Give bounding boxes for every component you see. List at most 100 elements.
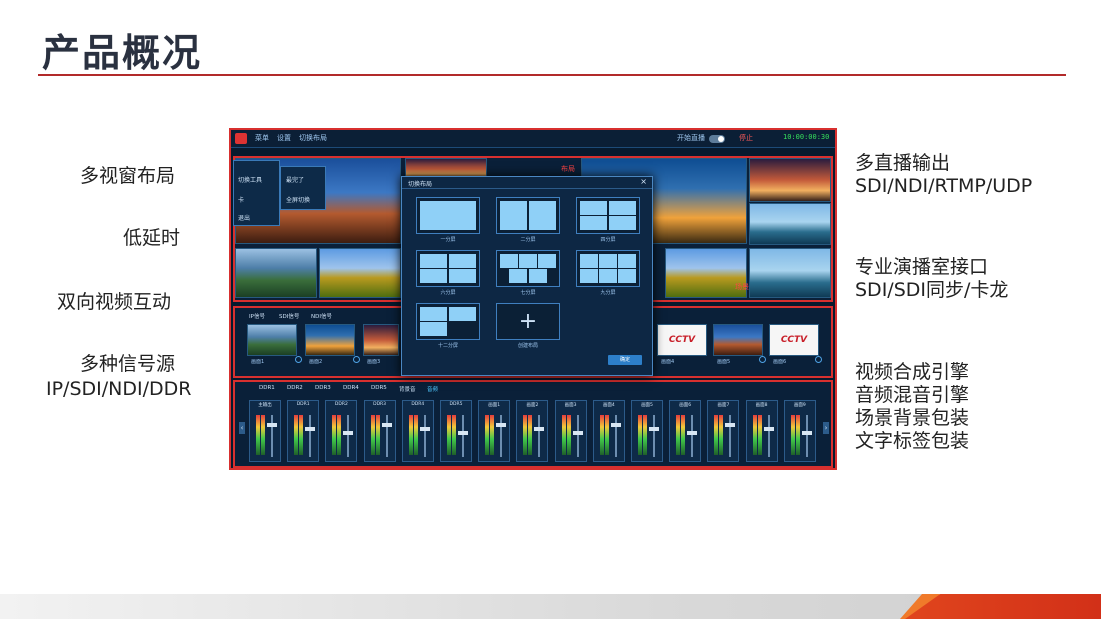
fader-knob[interactable]	[763, 427, 774, 431]
mixer-channel-strip[interactable]: 画面2	[516, 400, 549, 462]
mixer-channel-name: DDR2	[334, 402, 348, 407]
tab-ndi-source[interactable]: NDI信号	[311, 312, 332, 320]
menu-switch-layout[interactable]: 切换布局	[299, 133, 327, 143]
level-meter	[523, 415, 528, 455]
context-submenu-item[interactable]: 最完了	[286, 175, 304, 184]
layout-option-7[interactable]	[496, 250, 560, 287]
mixer-channel-strip[interactable]: 画面8	[745, 400, 778, 462]
layout-cell	[538, 254, 556, 268]
fader-knob[interactable]	[267, 423, 277, 427]
menu-settings[interactable]: 设置	[277, 133, 291, 143]
chevron-left-icon[interactable]: ‹	[239, 422, 245, 434]
preview-tile[interactable]	[319, 248, 401, 298]
source-thumbnail-cctv[interactable]: CCTV	[657, 324, 707, 356]
level-meter	[337, 415, 342, 455]
fader-knob[interactable]	[801, 431, 812, 435]
fader-knob[interactable]	[572, 431, 583, 435]
layout-option-4[interactable]	[576, 197, 640, 234]
mixer-channel-strip[interactable]: 画面3	[554, 400, 587, 462]
mixer-channel-strip[interactable]: 画面6	[669, 400, 702, 462]
source-thumbnail[interactable]	[247, 324, 297, 356]
layout-caption: 四分屏	[600, 237, 616, 243]
layout-option-2[interactable]	[496, 197, 560, 234]
level-meter	[604, 415, 609, 455]
level-meter	[790, 415, 795, 455]
fader-knob[interactable]	[687, 431, 698, 435]
tab-ddr1[interactable]: DDR1	[259, 385, 275, 391]
level-meter	[485, 415, 490, 455]
mixer-channel-name: 画面6	[679, 403, 692, 408]
close-icon[interactable]: ×	[640, 177, 647, 186]
stop-button[interactable]: 停止	[739, 133, 753, 143]
context-submenu-item[interactable]: 全屏切换	[286, 195, 310, 204]
select-icon[interactable]	[295, 356, 302, 363]
fader-knob[interactable]	[343, 431, 354, 435]
mixer-channel-strip[interactable]: DDR1	[287, 400, 320, 462]
source-thumbnail[interactable]	[305, 324, 355, 356]
fader-knob[interactable]	[725, 423, 736, 427]
level-meter	[795, 415, 800, 455]
context-menu-item[interactable]: 退出	[238, 213, 250, 222]
source-thumbnail[interactable]	[363, 324, 399, 356]
mixer-channel-strip[interactable]: 主输出	[249, 400, 281, 462]
fader-knob[interactable]	[649, 427, 659, 431]
context-menu-item[interactable]: 卡	[238, 195, 244, 204]
tab-ddr4[interactable]: DDR4	[343, 385, 359, 391]
source-thumbnail-cctv[interactable]: CCTV	[769, 324, 819, 356]
mixer-channel-strip[interactable]: DDR4	[401, 400, 434, 462]
tab-ip-source[interactable]: IP信号	[249, 312, 265, 320]
select-icon[interactable]	[759, 356, 766, 363]
preview-tile[interactable]	[235, 248, 317, 298]
select-icon[interactable]	[353, 356, 360, 363]
live-output-protocols: SDI/NDI/RTMP/UDP	[855, 175, 1033, 197]
source-thumbnail[interactable]	[713, 324, 763, 356]
mixer-channel-name: 画面4	[602, 403, 615, 408]
layout-option-1[interactable]	[416, 197, 480, 234]
preview-tile[interactable]	[749, 158, 831, 202]
live-toggle[interactable]	[709, 135, 725, 143]
tab-ddr5[interactable]: DDR5	[371, 385, 387, 391]
mixer-channel-strip[interactable]: 画面4	[592, 400, 625, 462]
menu-main[interactable]: 菜单	[255, 133, 269, 143]
chevron-right-icon[interactable]: ›	[823, 422, 829, 434]
fader-track	[729, 415, 732, 457]
confirm-button[interactable]: 确定	[608, 355, 642, 365]
layout-option-6[interactable]	[416, 250, 480, 287]
layout-cell	[580, 254, 598, 268]
label-signal-types: IP/SDI/NDI/DDR	[46, 378, 192, 400]
tab-background-audio[interactable]: 背景音	[399, 385, 416, 393]
layout-caption: 七分屏	[520, 290, 536, 296]
fader-knob[interactable]	[381, 423, 392, 427]
level-meter	[408, 415, 413, 455]
layout-option-9[interactable]	[576, 250, 640, 287]
level-meter	[757, 415, 762, 455]
tab-sdi-source[interactable]: SDI信号	[279, 312, 299, 320]
fader-knob[interactable]	[534, 427, 545, 431]
context-menu: 切换工具 卡 退出	[233, 160, 280, 226]
mixer-channel-strip[interactable]: DDR5	[440, 400, 472, 462]
add-layout-button[interactable]: +	[496, 303, 560, 340]
context-menu-item[interactable]: 切换工具	[238, 175, 262, 184]
fader-knob[interactable]	[610, 423, 621, 427]
mixer-channel-name: DDR3	[373, 402, 387, 407]
level-meter	[490, 415, 495, 455]
select-icon[interactable]	[815, 356, 822, 363]
preview-tile[interactable]	[749, 248, 831, 298]
preview-tile[interactable]	[749, 203, 831, 245]
level-meter	[413, 415, 418, 455]
mixer-channel-strip[interactable]: 画面1	[478, 400, 511, 462]
tab-audio[interactable]: 音频	[427, 385, 438, 393]
fader-knob[interactable]	[305, 427, 316, 431]
layout-option-12[interactable]	[416, 303, 480, 340]
level-meter	[714, 415, 719, 455]
mixer-channel-strip[interactable]: 画面9	[783, 400, 816, 462]
fader-knob[interactable]	[419, 427, 430, 431]
mixer-channel-strip[interactable]: 画面5	[631, 400, 663, 462]
fader-knob[interactable]	[458, 431, 468, 435]
mixer-channel-strip[interactable]: DDR2	[325, 400, 358, 462]
mixer-channel-strip[interactable]: 画面7	[707, 400, 740, 462]
mixer-channel-strip[interactable]: DDR3	[363, 400, 396, 462]
fader-knob[interactable]	[496, 423, 507, 427]
tab-ddr3[interactable]: DDR3	[315, 385, 331, 391]
tab-ddr2[interactable]: DDR2	[287, 385, 303, 391]
